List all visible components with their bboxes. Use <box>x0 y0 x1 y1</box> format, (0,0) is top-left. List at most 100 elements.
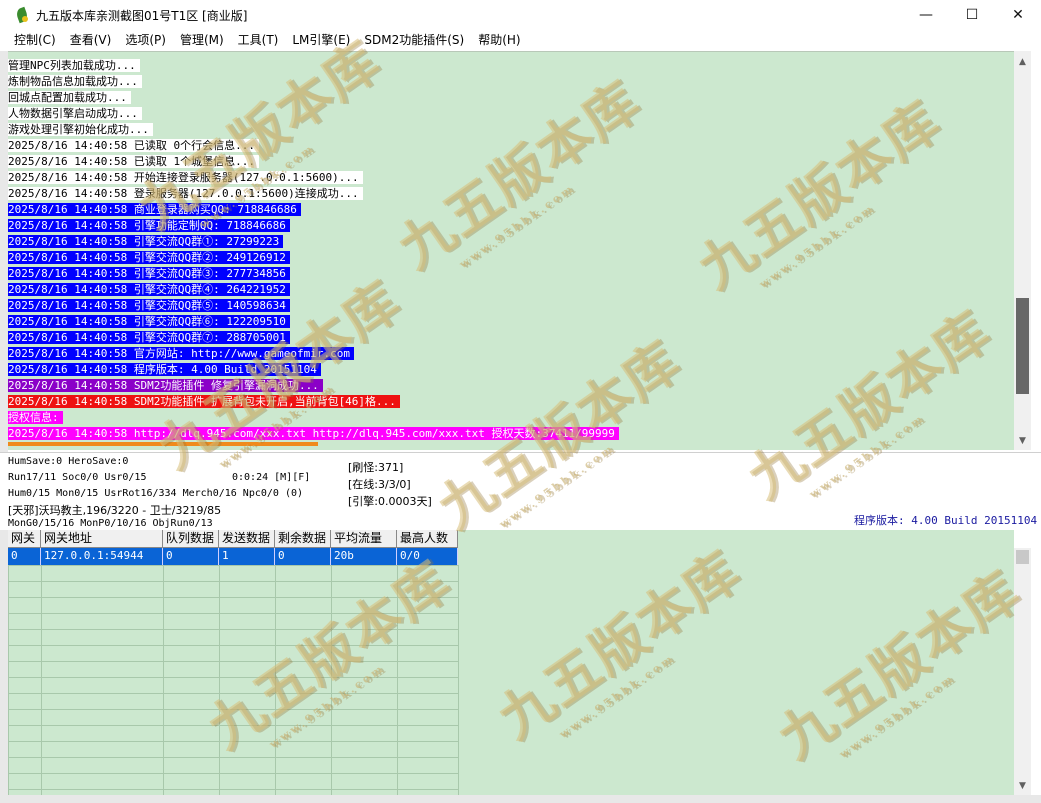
log-line: 2025/8/16 14:40:58 SDM2功能插件 扩展背包未开启,当前背包… <box>8 394 1014 410</box>
close-button[interactable]: ✕ <box>995 0 1041 30</box>
scroll-up-icon[interactable]: ▲ <box>1014 53 1031 70</box>
col-remaining-data[interactable]: 剩余数据 <box>275 530 331 548</box>
menu-sdm2-plugin[interactable]: SDM2功能插件(S) <box>357 30 471 50</box>
menu-control[interactable]: 控制(C) <box>0 30 63 50</box>
scroll-thumb[interactable] <box>1016 298 1029 394</box>
cell-gateway: 0 <box>8 548 41 565</box>
log-line: 2025/8/16 14:40:58 程序版本: 4.00 Build 2015… <box>8 362 1014 378</box>
log-line: 2025/8/16 14:40:58 已读取 0个行会信息... <box>8 138 1014 154</box>
status-panel: HumSave:0 HeroSave:0 Run17/11 Soc0/0 Usr… <box>0 452 1041 530</box>
log-line-text: 2025/8/16 14:40:58 引擎交流QQ群③: 277734856 <box>8 267 290 280</box>
menu-manage[interactable]: 管理(M) <box>173 30 231 50</box>
log-line: 炼制物品信息加载成功... <box>8 74 1014 90</box>
cell-send: 1 <box>219 548 275 565</box>
log-line-text: 回城点配置加载成功... <box>8 91 131 104</box>
log-line-text: 管理NPC列表加载成功... <box>8 59 140 72</box>
log-line: 2025/8/16 14:40:58 登录服务器(127.0.0.1:5600)… <box>8 186 1014 202</box>
log-line: 2025/8/16 14:40:58 引擎交流QQ群④: 264221952 <box>8 282 1014 298</box>
grid-scroll-thumb[interactable] <box>1016 550 1029 564</box>
log-line: 2025/8/16 14:40:58 引擎交流QQ群⑥: 122209510 <box>8 314 1014 330</box>
log-line: 2025/8/16 14:40:58 引擎交流QQ群②: 249126912 <box>8 250 1014 266</box>
progress-strip <box>8 442 318 446</box>
log-scrollbar[interactable]: ▲ ▼ <box>1014 51 1031 450</box>
log-line-text: 授权信息: <box>8 411 63 424</box>
log-line: 2025/8/16 14:40:58 引擎功能定制QQ: 718846686 <box>8 218 1014 234</box>
log-line-text: 2025/8/16 14:40:58 开始连接登录服务器(127.0.0.1:5… <box>8 171 363 184</box>
col-gateway-address[interactable]: 网关地址 <box>41 530 163 548</box>
menu-bar: 控制(C) 查看(V) 选项(P) 管理(M) 工具(T) LM引擎(E) SD… <box>0 30 1041 50</box>
col-avg-traffic[interactable]: 平均流量 <box>331 530 397 548</box>
log-line-text: 2025/8/16 14:40:58 已读取 0个行会信息... <box>8 139 259 152</box>
gateway-grid[interactable]: 网关 网关地址 队列数据 发送数据 剩余数据 平均流量 最高人数 0 127.0… <box>8 530 1014 795</box>
grid-scroll-down-icon[interactable]: ▼ <box>1014 777 1031 794</box>
cell-max: 0/0 <box>397 548 458 565</box>
col-queue-data[interactable]: 队列数据 <box>163 530 219 548</box>
maximize-button[interactable]: ☐ <box>949 0 995 30</box>
log-line-text: 游戏处理引擎初始化成功... <box>8 123 153 136</box>
app-leaf-icon <box>14 6 30 24</box>
log-line-text: 炼制物品信息加载成功... <box>8 75 142 88</box>
log-line: 2025/8/16 14:40:58 SDM2功能插件 修复引擎漏洞成功... <box>8 378 1014 394</box>
col-max-users[interactable]: 最高人数 <box>397 530 458 548</box>
log-line: 2025/8/16 14:40:58 商业登录器购买QQ: 718846686 <box>8 202 1014 218</box>
log-line: 2025/8/16 14:40:58 引擎交流QQ群⑦: 288705001 <box>8 330 1014 346</box>
log-line-text: 2025/8/16 14:40:58 官方网站: http://www.game… <box>8 347 355 360</box>
menu-help[interactable]: 帮助(H) <box>471 30 527 50</box>
log-line-text: 2025/8/16 14:40:58 引擎交流QQ群①: 27299223 <box>8 235 284 248</box>
log-line-text: 2025/8/16 14:40:58 引擎交流QQ群②: 249126912 <box>8 251 290 264</box>
status-version: 程序版本: 4.00 Build 20151104 <box>854 514 1038 527</box>
log-line-text: 2025/8/16 14:40:58 SDM2功能插件 扩展背包未开启,当前背包… <box>8 395 400 408</box>
log-line-text: 2025/8/16 14:40:58 商业登录器购买QQ: 718846686 <box>8 203 301 216</box>
log-line-text: 人物数据引擎启动成功... <box>8 107 142 120</box>
status-time: 0:0:24 [M][F] <box>232 472 311 483</box>
window-title: 九五版本库亲测截图01号T1区 [商业版] <box>36 8 248 23</box>
cell-remaining: 0 <box>275 548 331 565</box>
col-send-data[interactable]: 发送数据 <box>219 530 275 548</box>
cell-avg: 20b <box>331 548 397 565</box>
status-save: HumSave:0 HeroSave:0 <box>8 456 129 467</box>
log-line: 管理NPC列表加载成功... <box>8 58 1014 74</box>
table-row[interactable]: 0 127.0.0.1:54944 0 1 0 20b 0/0 <box>8 548 458 565</box>
log-area[interactable]: 管理NPC列表加载成功... 炼制物品信息加载成功... 回城点配置加载成功... 人… <box>8 51 1014 450</box>
log-line: 人物数据引擎启动成功... <box>8 106 1014 122</box>
log-line: 2025/8/16 14:40:58 已读取 1个城堡信息... <box>8 154 1014 170</box>
cell-address: 127.0.0.1:54944 <box>41 548 163 565</box>
log-line-text: 2025/8/16 14:40:58 引擎交流QQ群④: 264221952 <box>8 283 290 296</box>
log-line-text: 2025/8/16 14:40:58 登录服务器(127.0.0.1:5600)… <box>8 187 363 200</box>
log-line-text: 2025/8/16 14:40:58 http://dlq.945.com/xx… <box>8 427 619 440</box>
log-line-text: 2025/8/16 14:40:58 引擎交流QQ群⑤: 140598634 <box>8 299 290 312</box>
menu-tools[interactable]: 工具(T) <box>231 30 286 50</box>
status-run: Run17/11 Soc0/0 Usr0/15 <box>8 472 147 483</box>
status-engine: [引擎:0.0003天] <box>348 495 432 508</box>
title-bar: 九五版本库亲测截图01号T1区 [商业版] — ☐ ✕ <box>0 0 1041 30</box>
status-refresh: [刷怪:371] <box>348 461 404 474</box>
bottom-strip <box>0 795 1041 803</box>
minimize-button[interactable]: — <box>903 0 949 30</box>
log-line-text: 2025/8/16 14:40:58 程序版本: 4.00 Build 2015… <box>8 363 321 376</box>
log-line: 授权信息: <box>8 410 1014 426</box>
col-gateway[interactable]: 网关 <box>8 530 41 548</box>
log-line: 2025/8/16 14:40:58 引擎交流QQ群①: 27299223 <box>8 234 1014 250</box>
log-line: 游戏处理引擎初始化成功... <box>8 122 1014 138</box>
scroll-down-icon[interactable]: ▼ <box>1014 432 1031 449</box>
log-line-text: 2025/8/16 14:40:58 已读取 1个城堡信息... <box>8 155 259 168</box>
left-edge <box>0 51 8 795</box>
log-line: 2025/8/16 14:40:58 http://dlq.945.com/xx… <box>8 426 1014 442</box>
menu-view[interactable]: 查看(V) <box>63 30 119 50</box>
grid-empty-rows <box>8 565 458 795</box>
menu-lm-engine[interactable]: LM引擎(E) <box>285 30 357 50</box>
log-line: 2025/8/16 14:40:58 官方网站: http://www.game… <box>8 346 1014 362</box>
log-line-text: 2025/8/16 14:40:58 引擎交流QQ群⑥: 122209510 <box>8 315 290 328</box>
menu-options[interactable]: 选项(P) <box>118 30 173 50</box>
grid-scrollbar[interactable]: ▲ ▼ <box>1014 548 1031 795</box>
log-line: 2025/8/16 14:40:58 引擎交流QQ群③: 277734856 <box>8 266 1014 282</box>
cell-queue: 0 <box>163 548 219 565</box>
status-hum: Hum0/15 Mon0/15 UsrRot16/334 Merch0/16 N… <box>8 488 304 499</box>
status-boss: [天邪]沃玛教主,196/3220 - 卫士/3219/85 <box>8 504 222 517</box>
log-line-text: 2025/8/16 14:40:58 引擎交流QQ群⑦: 288705001 <box>8 331 290 344</box>
log-line: 回城点配置加载成功... <box>8 90 1014 106</box>
log-line-text: 2025/8/16 14:40:58 引擎功能定制QQ: 718846686 <box>8 219 290 232</box>
log-line: 2025/8/16 14:40:58 引擎交流QQ群⑤: 140598634 <box>8 298 1014 314</box>
status-mon: MonG0/15/16 MonP0/10/16 ObjRun0/13 <box>8 518 213 529</box>
log-line-text: 2025/8/16 14:40:58 SDM2功能插件 修复引擎漏洞成功... <box>8 379 323 392</box>
